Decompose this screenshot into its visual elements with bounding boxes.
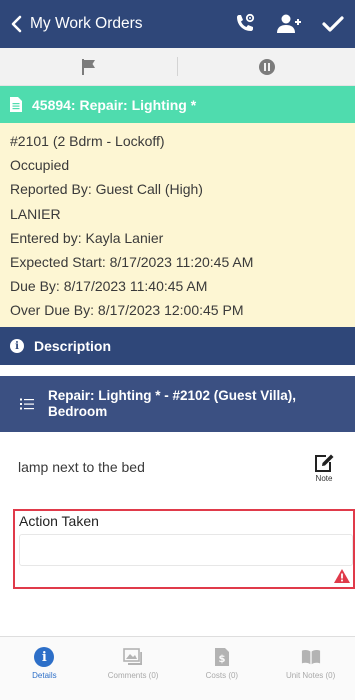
back-button-label: My Work Orders: [30, 15, 143, 32]
invoice-icon: $: [212, 647, 232, 667]
action-taken-input[interactable]: [19, 534, 353, 566]
tab-comments[interactable]: Comments (0): [89, 637, 178, 700]
flag-icon: [81, 58, 95, 75]
description-title: Description: [34, 338, 112, 354]
flag-button[interactable]: [0, 48, 177, 85]
add-user-button[interactable]: [267, 0, 311, 48]
tab-details[interactable]: i Details: [0, 637, 89, 700]
status-toolbar: [0, 48, 355, 86]
document-icon: [10, 97, 22, 112]
phone-settings-button[interactable]: [223, 0, 267, 48]
checkmark-icon: [322, 16, 344, 32]
book-icon: [301, 647, 321, 667]
entered-by-line: Entered by: Kayla Lanier: [10, 229, 164, 246]
work-order-header: 45894: Repair: Lighting *: [0, 86, 355, 123]
complete-button[interactable]: [311, 0, 355, 48]
task-description-text: lamp next to the bed: [18, 459, 145, 475]
chevron-left-icon: [11, 15, 22, 33]
over-due-by-line: Over Due By: 8/17/2023 12:00:45 PM: [10, 302, 244, 319]
task-header[interactable]: Repair: Lighting * - #2102 (Guest Villa)…: [0, 376, 355, 432]
description-section-header[interactable]: i Description: [0, 327, 355, 365]
work-order-details: #2101 (2 Bdrm - Lockoff) Occupied Report…: [0, 123, 355, 327]
back-button[interactable]: My Work Orders: [0, 0, 143, 48]
phone-settings-icon: [237, 13, 255, 31]
warning-icon: [334, 569, 350, 583]
work-order-title: 45894: Repair: Lighting *: [32, 96, 197, 113]
info-icon: i: [34, 647, 55, 667]
add-user-icon: [277, 14, 301, 33]
tab-details-label: Details: [32, 671, 57, 680]
guest-name-line: LANIER: [10, 205, 61, 222]
top-navigation-bar: My Work Orders: [0, 0, 355, 48]
action-taken-field-group: Action Taken: [13, 509, 355, 589]
bottom-tab-bar: i Details Comments (0) $ Costs (0) Unit …: [0, 636, 355, 700]
pause-button[interactable]: [178, 48, 355, 85]
due-by-line: Due By: 8/17/2023 11:40:45 AM: [10, 278, 208, 295]
action-taken-label: Action Taken: [19, 513, 99, 529]
tab-comments-label: Comments (0): [107, 671, 159, 680]
task-title: Repair: Lighting * - #2102 (Guest Villa)…: [48, 388, 297, 419]
note-button-label: Note: [315, 474, 333, 483]
occupancy-line: Occupied: [10, 157, 70, 174]
pause-icon: [258, 58, 275, 75]
tab-costs[interactable]: $ Costs (0): [178, 637, 267, 700]
top-actions: [223, 0, 355, 48]
image-icon: [123, 647, 143, 667]
expected-start-line: Expected Start: 8/17/2023 11:20:45 AM: [10, 254, 254, 271]
reported-by-line: Reported By: Guest Call (High): [10, 181, 203, 198]
tab-costs-label: Costs (0): [205, 671, 239, 680]
note-button[interactable]: Note: [308, 453, 340, 483]
tab-unit-notes[interactable]: Unit Notes (0): [266, 637, 355, 700]
edit-note-icon: [315, 454, 334, 472]
tab-unit-notes-label: Unit Notes (0): [285, 671, 336, 680]
checklist-icon: [20, 398, 34, 410]
info-icon: i: [10, 339, 24, 353]
unit-line: #2101 (2 Bdrm - Lockoff): [10, 133, 165, 149]
svg-text:$: $: [218, 654, 225, 665]
